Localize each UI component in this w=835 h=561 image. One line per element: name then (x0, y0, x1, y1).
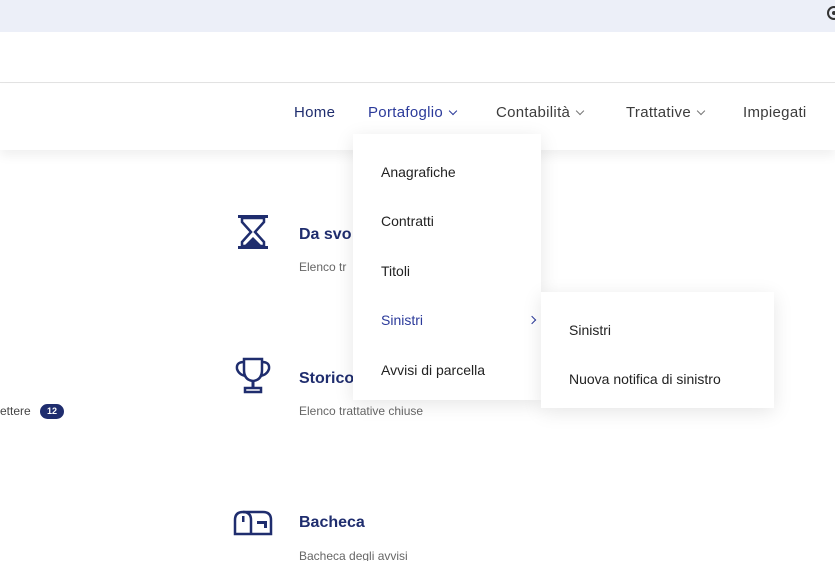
card-description: Elenco tr (299, 260, 347, 274)
sinistri-submenu: Sinistri Nuova notifica di sinistro (541, 292, 774, 408)
trophy-icon (235, 357, 271, 394)
chevron-down-icon (575, 106, 585, 116)
nav-impiegati-label: Impiegati (743, 104, 807, 121)
dropdown-item-contratti[interactable]: Contratti (381, 213, 434, 229)
nav-home-label: Home (294, 104, 336, 121)
portafoglio-dropdown: Anagrafiche Contratti Titoli Sinistri Av… (353, 134, 541, 400)
nav-trattative-label: Trattative (626, 104, 691, 121)
chevron-down-icon (448, 106, 458, 116)
nav-contabilita[interactable]: Contabilità (496, 104, 585, 121)
card-description: Elenco trattative chiuse (299, 404, 424, 418)
count-badge: 12 (40, 404, 64, 419)
nav-portafoglio[interactable]: Portafoglio (368, 104, 458, 121)
card-title: Da svo (299, 226, 352, 243)
left-menu-label[interactable]: ettere (0, 404, 31, 418)
chevron-right-icon (527, 315, 537, 325)
submenu-item-nuova-notifica[interactable]: Nuova notifica di sinistro (569, 371, 721, 387)
card-description: Bacheca degli avvisi (299, 549, 408, 561)
nav-contabilita-label: Contabilità (496, 104, 571, 121)
card-title: Bacheca (299, 514, 365, 531)
card-title: Storico (299, 370, 355, 387)
nav-portafoglio-label: Portafoglio (368, 104, 444, 121)
mailbox-icon (233, 510, 273, 536)
dropdown-item-sinistri-label: Sinistri (381, 312, 424, 328)
nav-home[interactable]: Home (294, 104, 335, 121)
dropdown-item-anagrafiche[interactable]: Anagrafiche (381, 164, 456, 180)
top-utility-bar (0, 0, 835, 32)
brand-bar (0, 32, 835, 83)
submenu-item-sinistri[interactable]: Sinistri (569, 322, 611, 338)
dropdown-item-titoli[interactable]: Titoli (381, 263, 410, 279)
hourglass-icon (238, 215, 268, 249)
chevron-down-icon (696, 106, 706, 116)
dropdown-item-avvisi-parcella[interactable]: Avvisi di parcella (381, 362, 485, 378)
nav-trattative[interactable]: Trattative (626, 104, 706, 121)
user-icon[interactable] (827, 6, 835, 20)
nav-impiegati[interactable]: Impiegati (743, 104, 807, 121)
dropdown-item-sinistri[interactable]: Sinistri (381, 312, 541, 328)
